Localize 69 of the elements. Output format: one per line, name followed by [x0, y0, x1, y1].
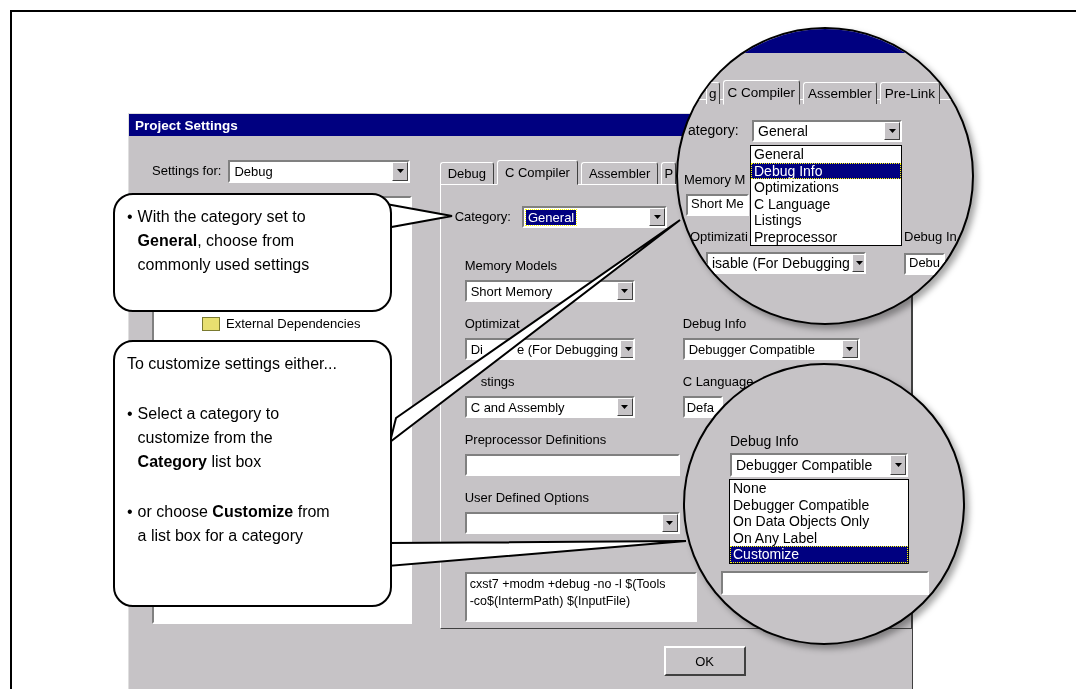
dropdown[interactable]: isable (For Debugging [706, 252, 866, 274]
dropdown-button[interactable] [841, 340, 858, 358]
tab[interactable]: Debug [439, 162, 494, 184]
caret-icon [666, 521, 674, 525]
dropdown[interactable]: C and Assembly [464, 396, 635, 418]
field-label: stings [480, 374, 515, 390]
dropdown[interactable]: Debugger Compatible [730, 453, 908, 477]
field-label: C Language [682, 374, 754, 390]
dropdown-button[interactable] [890, 455, 906, 475]
ok-button[interactable]: OK [663, 646, 746, 676]
folder-icon [202, 316, 220, 331]
dropdown-button[interactable] [392, 161, 409, 181]
field-label: Memory Models [464, 258, 558, 274]
tab[interactable]: C Compiler [722, 80, 801, 105]
caret-icon [621, 289, 629, 293]
dropdown[interactable]: Short Memory [464, 280, 635, 302]
dropdown[interactable] [464, 512, 680, 534]
dropdown[interactable]: General [752, 120, 902, 142]
text-field[interactable] [721, 571, 929, 595]
field-label: Optimizati [690, 229, 748, 244]
callout-text: Select a category to customize from the Category list box [137, 404, 281, 472]
text-field[interactable]: Short Me [686, 194, 749, 216]
callout-text: With the category set to General, choose from commonly used settings [137, 207, 311, 275]
caret-icon [856, 261, 864, 265]
dropdown-button[interactable] [616, 282, 633, 300]
tab[interactable]: Assembler [580, 162, 659, 184]
dropdown[interactable]: Debug [228, 159, 411, 183]
dropdown-button[interactable] [661, 514, 678, 532]
caret-icon [894, 463, 902, 467]
field-label: Debug Info [730, 433, 799, 449]
bullet: • [127, 502, 133, 522]
caret-icon [624, 347, 632, 351]
text-field[interactable]: Defa [682, 396, 723, 418]
tab[interactable]: g [706, 82, 720, 104]
caret-icon [396, 169, 404, 173]
field-label: Debug Info [682, 316, 747, 332]
tab[interactable]: Pre-Link [879, 82, 941, 104]
field-label: Preprocessor Definitions [464, 432, 607, 448]
field-label: Settings for: [152, 163, 222, 179]
dropdown-button[interactable] [884, 122, 900, 140]
caret-icon [888, 129, 896, 133]
dropdown-button[interactable] [616, 398, 633, 416]
code-line: cxst7 +modm +debug -no -l $(Tools [469, 576, 666, 593]
field-label: Optimizat [464, 316, 520, 332]
callout-text: To customize settings either... [127, 354, 337, 374]
bullet: • [127, 207, 133, 227]
field-label: Memory M [684, 172, 746, 187]
dropdown[interactable]: General [522, 206, 667, 228]
field-label: Debug In [904, 229, 957, 244]
caret-icon [621, 405, 629, 409]
dropdown-button[interactable] [851, 254, 864, 272]
tab[interactable]: Assembler [803, 82, 877, 104]
field-label: Category: [454, 209, 511, 225]
text-field[interactable]: Debu [904, 253, 946, 275]
caret-icon [846, 347, 854, 351]
callout-text: or choose Customize from a list box for a category [137, 502, 331, 546]
bullet: • [127, 404, 133, 424]
text-field[interactable] [464, 454, 680, 476]
dropdown-button[interactable] [620, 340, 633, 358]
field-label: ategory: [688, 122, 739, 138]
dropdown-button[interactable] [649, 208, 665, 226]
dropdown[interactable]: Debugger Compatible [682, 338, 860, 360]
code-line: -co$(IntermPath) $(InputFile) [469, 593, 631, 610]
tree-item[interactable]: External Dependencies [202, 316, 361, 331]
tab[interactable]: C Compiler [496, 160, 578, 185]
list-option[interactable]: Customize [730, 546, 908, 563]
tab[interactable]: P [661, 162, 677, 184]
window-title: Project Settings [135, 117, 238, 133]
field-label: User Defined Options [464, 490, 589, 506]
